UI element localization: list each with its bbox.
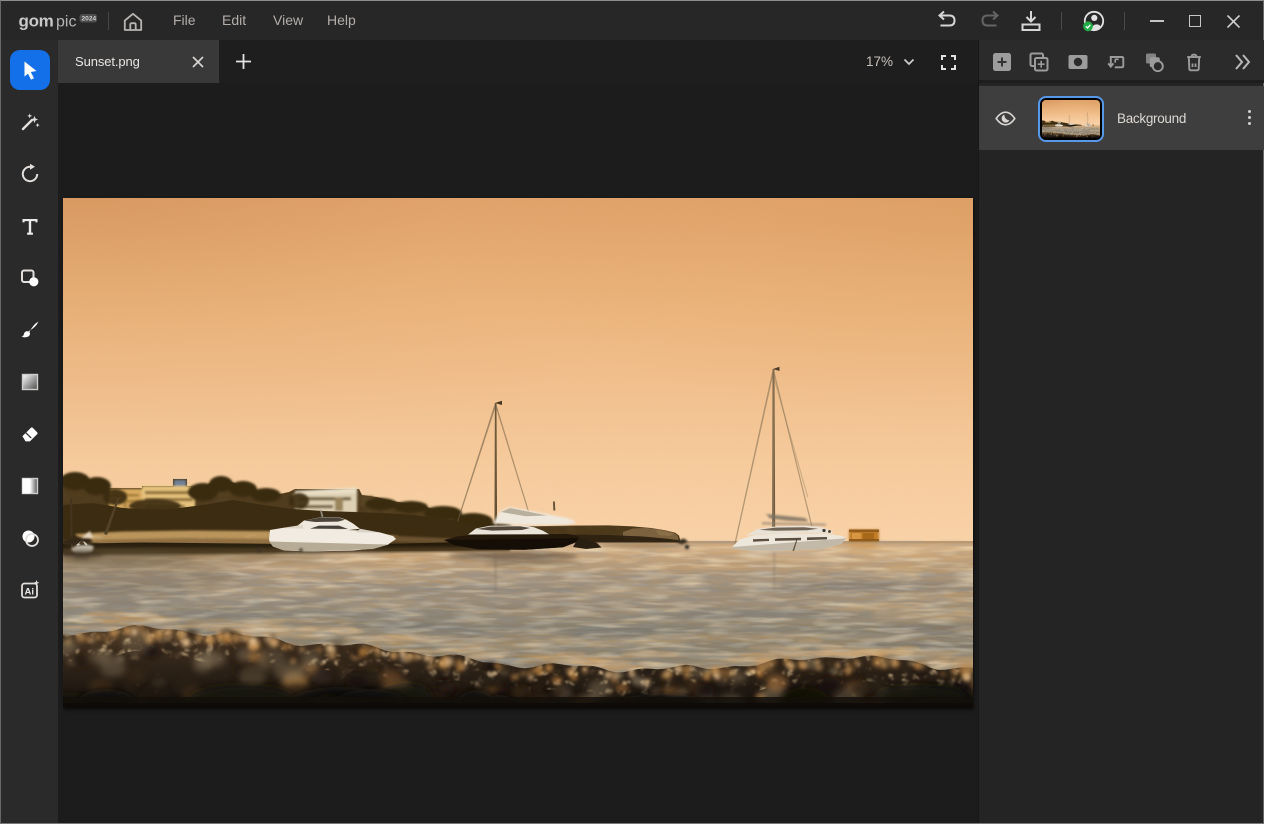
svg-text:pic: pic xyxy=(56,14,76,31)
svg-text:gom: gom xyxy=(19,12,54,31)
svg-text:Ai: Ai xyxy=(24,586,34,597)
svg-text:2024: 2024 xyxy=(82,16,97,23)
